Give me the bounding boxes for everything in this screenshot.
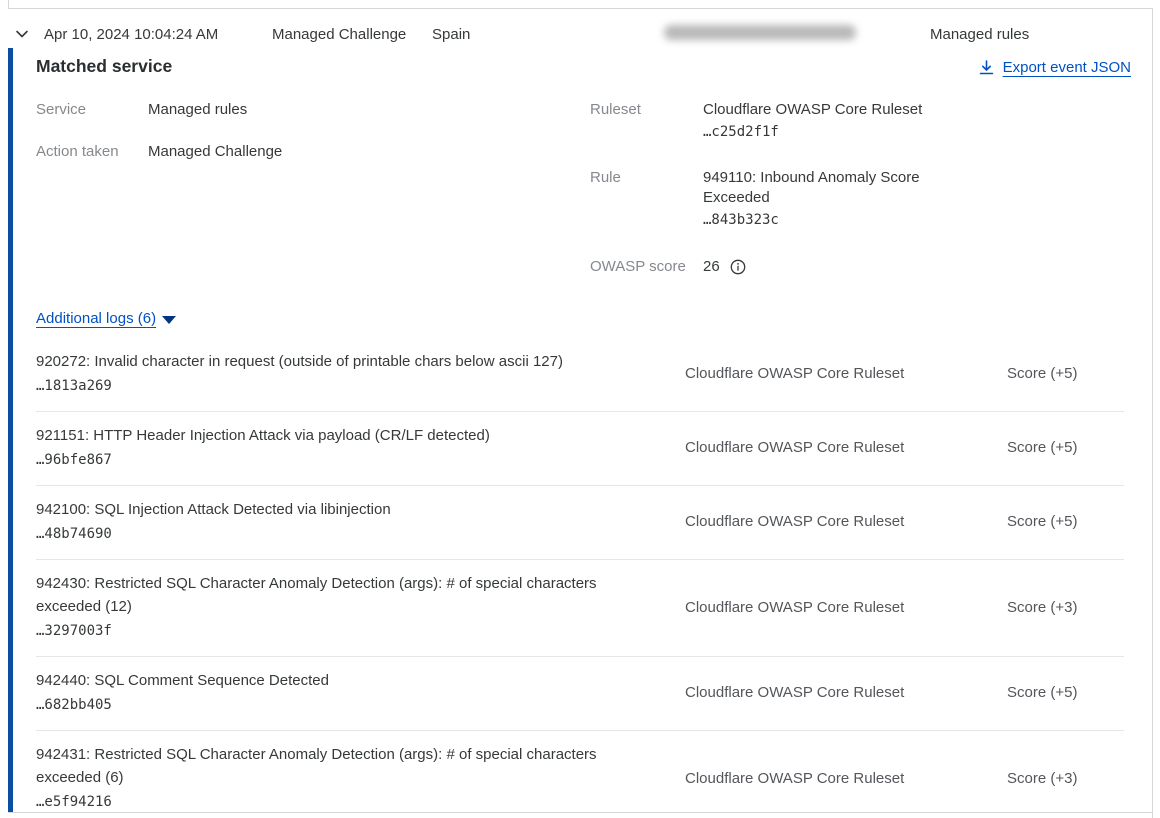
export-link-label: Export event JSON xyxy=(1003,59,1131,76)
log-score: Score (+3) xyxy=(1007,770,1124,787)
table-right-border xyxy=(1152,8,1153,818)
log-ruleset: Cloudflare OWASP Core Ruleset xyxy=(685,365,1007,382)
ruleset-id-hash: …c25d2f1f xyxy=(703,120,948,145)
collapse-row-button[interactable] xyxy=(13,24,35,44)
rule-id-hash: …843b323c xyxy=(703,208,948,233)
log-rule-hash: …1813a269 xyxy=(36,374,685,399)
owasp-score-value: 26 xyxy=(703,257,720,277)
log-row: 942100: SQL Injection Attack Detected vi… xyxy=(36,486,1124,560)
owasp-score-detail-row: OWASP score 26 xyxy=(590,257,990,277)
log-ruleset: Cloudflare OWASP Core Ruleset xyxy=(685,513,1007,530)
log-row: 920272: Invalid character in request (ou… xyxy=(36,338,1124,412)
log-rule-hash: …48b74690 xyxy=(36,522,685,547)
log-ruleset: Cloudflare OWASP Core Ruleset xyxy=(685,439,1007,456)
log-score: Score (+5) xyxy=(1007,439,1124,456)
redacted-value xyxy=(664,25,856,40)
log-rule-hash: …3297003f xyxy=(36,619,685,644)
expanded-row-accent-bar xyxy=(8,48,13,812)
event-timestamp: Apr 10, 2024 10:04:24 AM xyxy=(44,26,218,43)
log-row: 921151: HTTP Header Injection Attack via… xyxy=(36,412,1124,486)
additional-logs-list: 920272: Invalid character in request (ou… xyxy=(36,338,1124,818)
log-ruleset: Cloudflare OWASP Core Ruleset xyxy=(685,770,1007,787)
owasp-score-label: OWASP score xyxy=(590,257,703,277)
additional-logs-link[interactable]: Additional logs (6) xyxy=(36,310,156,327)
triangle-down-icon xyxy=(162,316,176,324)
service-value: Managed rules xyxy=(148,100,247,120)
ruleset-value: Cloudflare OWASP Core Ruleset xyxy=(703,100,948,120)
download-icon xyxy=(979,60,994,76)
matched-service-details-left: Service Managed rules Action taken Manag… xyxy=(36,100,496,184)
log-rule-hash: …e5f94216 xyxy=(36,790,685,815)
log-rule-description: 942430: Restricted SQL Character Anomaly… xyxy=(36,570,685,618)
panel-title: Matched service xyxy=(36,56,172,77)
action-taken-value: Managed Challenge xyxy=(148,142,282,162)
log-row: 942431: Restricted SQL Character Anomaly… xyxy=(36,731,1124,818)
log-rule-description: 942100: SQL Injection Attack Detected vi… xyxy=(36,496,685,521)
log-score: Score (+5) xyxy=(1007,684,1124,701)
rule-detail-row: Rule 949110: Inbound Anomaly Score Excee… xyxy=(590,168,990,233)
event-action: Managed Challenge xyxy=(272,26,406,43)
log-score: Score (+5) xyxy=(1007,513,1124,530)
event-summary-row[interactable]: Apr 10, 2024 10:04:24 AM Managed Challen… xyxy=(0,8,1152,46)
action-taken-detail-row: Action taken Managed Challenge xyxy=(36,142,496,162)
log-rule-description: 942431: Restricted SQL Character Anomaly… xyxy=(36,741,685,789)
table-left-border xyxy=(8,0,9,8)
action-taken-label: Action taken xyxy=(36,142,148,162)
event-service: Managed rules xyxy=(930,26,1029,43)
chevron-down-icon xyxy=(13,25,35,43)
matched-service-details-right: Ruleset Cloudflare OWASP Core Ruleset …c… xyxy=(590,100,990,300)
service-label: Service xyxy=(36,100,148,120)
log-row: 942440: SQL Comment Sequence Detected …6… xyxy=(36,657,1124,731)
ruleset-label: Ruleset xyxy=(590,100,703,145)
rule-label: Rule xyxy=(590,168,703,233)
export-event-json-link[interactable]: Export event JSON xyxy=(979,59,1131,76)
log-rule-description: 920272: Invalid character in request (ou… xyxy=(36,348,685,373)
ruleset-detail-row: Ruleset Cloudflare OWASP Core Ruleset …c… xyxy=(590,100,990,145)
additional-logs-toggle[interactable]: Additional logs (6) xyxy=(36,310,176,327)
log-rule-description: 942440: SQL Comment Sequence Detected xyxy=(36,667,685,692)
rule-value: 949110: Inbound Anomaly Score Exceeded xyxy=(703,168,948,208)
log-score: Score (+3) xyxy=(1007,599,1124,616)
service-detail-row: Service Managed rules xyxy=(36,100,496,120)
log-ruleset: Cloudflare OWASP Core Ruleset xyxy=(685,684,1007,701)
log-rule-hash: …96bfe867 xyxy=(36,448,685,473)
log-rule-hash: …682bb405 xyxy=(36,693,685,718)
log-row: 942430: Restricted SQL Character Anomaly… xyxy=(36,560,1124,657)
event-country: Spain xyxy=(432,26,470,43)
log-rule-description: 921151: HTTP Header Injection Attack via… xyxy=(36,422,685,447)
log-ruleset: Cloudflare OWASP Core Ruleset xyxy=(685,599,1007,616)
info-icon[interactable] xyxy=(730,259,746,275)
log-score: Score (+5) xyxy=(1007,365,1124,382)
